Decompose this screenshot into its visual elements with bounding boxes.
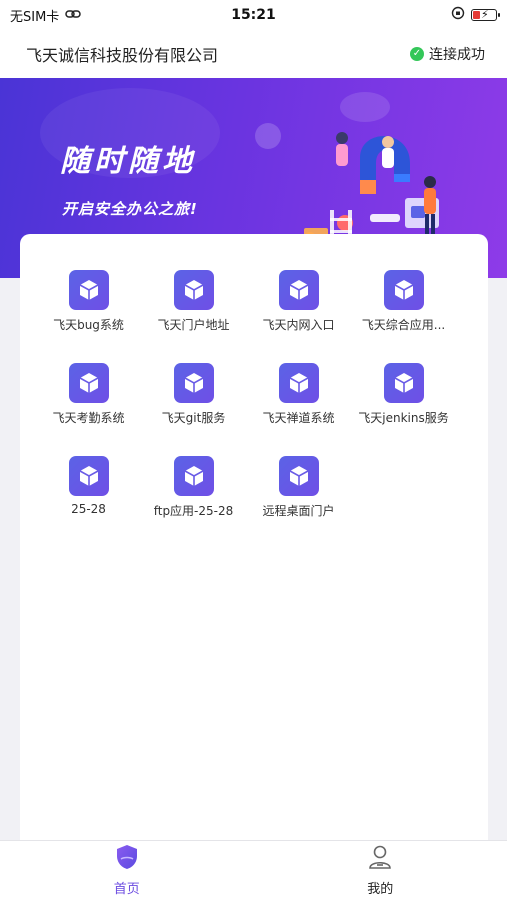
app-label: 飞天bug系统: [53, 318, 124, 332]
carrier-label: 无SIM卡: [10, 9, 60, 25]
cube-icon: [173, 456, 214, 496]
cube-icon: [278, 363, 319, 403]
app-label: 飞天考勤系统: [52, 411, 125, 425]
app-item[interactable]: 飞天git服务: [141, 363, 246, 426]
banner-title: 随时随地: [60, 144, 196, 179]
cube-icon: [383, 363, 424, 403]
check-circle-icon: ✓: [410, 47, 424, 61]
app-label: ftp应用-25-28: [153, 504, 234, 518]
cube-icon: [173, 363, 214, 403]
user-icon: [368, 844, 392, 874]
shield-icon: [115, 844, 139, 874]
app-item[interactable]: 飞天考勤系统: [36, 363, 141, 426]
app-grid-card: 飞天bug系统 飞天门户地址 飞天内网入口 飞天综合应用... 飞天考勤系统 飞天git服…: [20, 234, 488, 854]
cube-icon: [68, 270, 109, 310]
connection-label: 连接成功: [429, 47, 485, 63]
app-label: 飞天禅道系统: [262, 411, 335, 425]
app-label: 飞天内网入口: [262, 318, 335, 332]
app-label: 飞天jenkins服务: [358, 411, 449, 425]
bottom-tab-bar: 首页 我的: [0, 840, 507, 900]
app-label: 飞天综合应用...: [361, 318, 446, 332]
orientation-lock-icon: [451, 6, 465, 24]
cube-icon: [68, 456, 109, 496]
status-icons: ⚡: [451, 6, 500, 24]
app-item[interactable]: 飞天禅道系统: [246, 363, 351, 426]
app-label: 远程桌面门户: [262, 504, 335, 518]
app-label: 25-28: [71, 502, 106, 516]
app-item[interactable]: ftp应用-25-28: [141, 456, 246, 519]
app-item[interactable]: 飞天内网入口: [246, 270, 351, 333]
app-label: 飞天git服务: [161, 411, 226, 425]
cube-icon: [68, 363, 109, 403]
link-icon: [65, 8, 82, 23]
app-item[interactable]: 飞天bug系统: [36, 270, 141, 333]
cube-icon: [278, 270, 319, 310]
connection-status: ✓ 连接成功: [410, 44, 485, 64]
status-bar: 无SIM卡 15:21 ⚡: [0, 0, 507, 30]
tab-mine[interactable]: 我的: [254, 841, 507, 900]
cube-icon: [383, 270, 424, 310]
cube-icon: [278, 456, 319, 496]
battery-icon: ⚡: [471, 8, 500, 21]
app-header: 飞天诚信科技股份有限公司 ✓ 连接成功: [0, 30, 507, 78]
banner-subtitle: 开启安全办公之旅!: [62, 200, 198, 218]
app-item[interactable]: 飞天门户地址: [141, 270, 246, 333]
app-item[interactable]: 飞天jenkins服务: [351, 363, 456, 426]
company-name: 飞天诚信科技股份有限公司: [26, 46, 219, 65]
app-item[interactable]: 飞天综合应用...: [351, 270, 456, 333]
carrier-info: 无SIM卡: [10, 6, 82, 25]
tab-home[interactable]: 首页: [0, 841, 254, 900]
tab-mine-label: 我的: [367, 882, 394, 897]
app-item[interactable]: 远程桌面门户: [246, 456, 351, 519]
tab-home-label: 首页: [113, 882, 140, 897]
cube-icon: [173, 270, 214, 310]
app-item[interactable]: 25-28: [36, 456, 141, 519]
app-grid: 飞天bug系统 飞天门户地址 飞天内网入口 飞天综合应用... 飞天考勤系统 飞天git服…: [36, 270, 472, 519]
app-label: 飞天门户地址: [157, 318, 230, 332]
